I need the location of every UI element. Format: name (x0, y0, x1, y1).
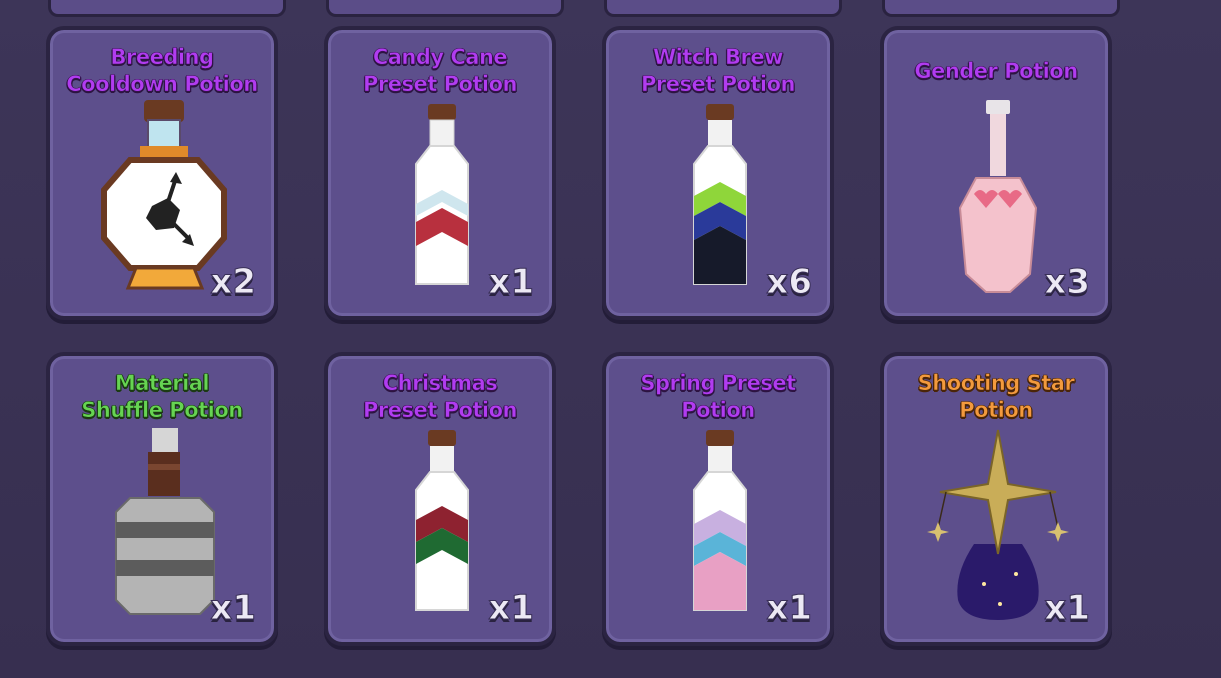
inventory-card-material-shuffle-potion[interactable]: Material Shuffle Potion x1 (46, 352, 278, 646)
item-name: Gender Potion (914, 59, 1078, 84)
item-quantity: x3 (1044, 262, 1091, 303)
inventory-card-witch-brew-preset-potion[interactable]: Witch Brew Preset Potion x6 (602, 26, 834, 320)
inventory-card-partial[interactable] (326, 0, 564, 17)
item-name: Christmas Preset Potion (362, 371, 518, 423)
item-quantity: x1 (488, 588, 535, 629)
inventory-card-gender-potion[interactable]: Gender Potion x3 (880, 26, 1112, 320)
inventory-card-breeding-cooldown-potion[interactable]: Breeding Cooldown Potion x2 (46, 26, 278, 320)
item-name: Witch Brew Preset Potion (640, 45, 796, 97)
item-name: Shooting Star Potion (917, 371, 1075, 423)
inventory-card-shooting-star-potion[interactable]: Shooting Star Potion x1 (880, 352, 1112, 646)
item-quantity: x1 (1044, 588, 1091, 629)
item-quantity: x2 (210, 262, 257, 303)
inventory-card-partial[interactable] (882, 0, 1120, 17)
item-name: Spring Preset Potion (640, 371, 796, 423)
inventory-card-spring-preset-potion[interactable]: Spring Preset Potion x1 (602, 352, 834, 646)
inventory-card-christmas-preset-potion[interactable]: Christmas Preset Potion x1 (324, 352, 556, 646)
inventory-card-partial[interactable] (604, 0, 842, 17)
inventory-card-candy-cane-preset-potion[interactable]: Candy Cane Preset Potion x1 (324, 26, 556, 320)
item-name: Material Shuffle Potion (81, 371, 244, 423)
item-quantity: x1 (210, 588, 257, 629)
item-name: Breeding Cooldown Potion (66, 45, 259, 97)
item-name: Candy Cane Preset Potion (362, 45, 518, 97)
inventory-card-partial[interactable] (48, 0, 286, 17)
item-quantity: x6 (766, 262, 813, 303)
item-quantity: x1 (766, 588, 813, 629)
item-quantity: x1 (488, 262, 535, 303)
